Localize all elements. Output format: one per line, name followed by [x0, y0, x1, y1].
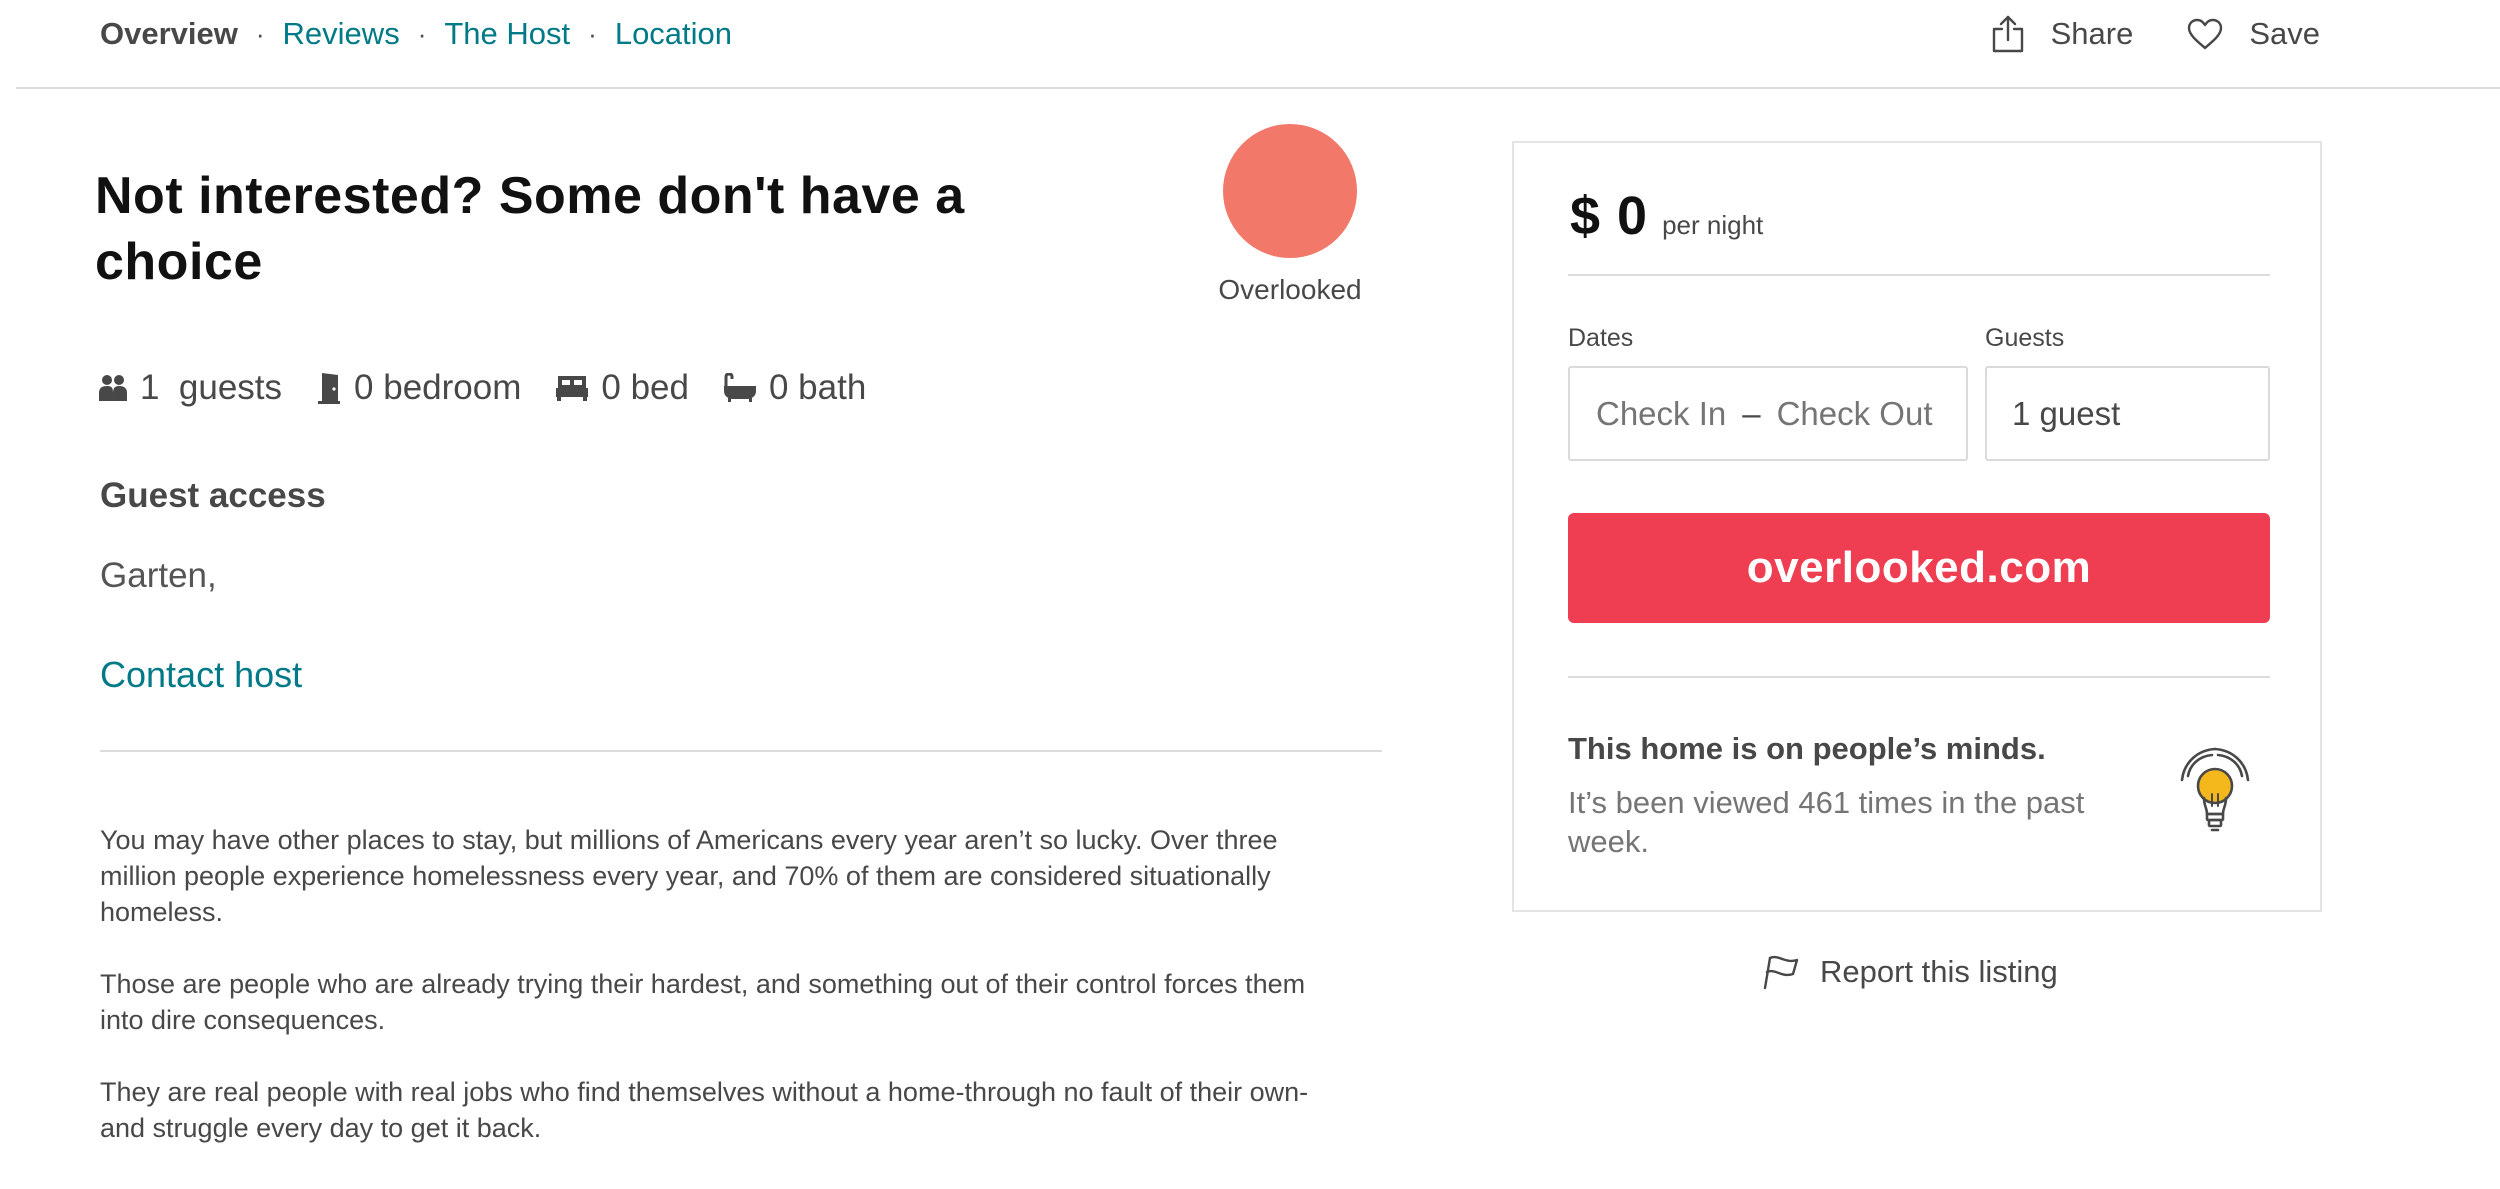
- amenity-guests-text: 1 guests: [140, 368, 283, 407]
- host-avatar[interactable]: [1223, 124, 1357, 258]
- nav-actions: Share Save: [1991, 12, 2320, 56]
- booking-card: $ 0 per night Dates Guests Check In – Ch…: [1512, 141, 2322, 912]
- amenity-guests: 1 guests: [98, 368, 282, 408]
- share-label: Share: [2050, 16, 2134, 51]
- guest-access-value: Garten,: [100, 556, 217, 595]
- description-paragraph: They are real people with real jobs who …: [100, 1077, 1309, 1143]
- listing-description: You may have other places to stay, but m…: [100, 822, 1350, 1182]
- section-divider: [100, 750, 1382, 752]
- nav-overview[interactable]: Overview: [100, 16, 238, 52]
- lightbulb-icon: [2180, 747, 2250, 832]
- report-listing-label: Report this listing: [1820, 954, 2058, 989]
- nav-separator: ·: [588, 18, 597, 49]
- popularity-heading: This home is on people’s minds.: [1568, 731, 2046, 766]
- dates-picker[interactable]: Check In – Check Out: [1568, 366, 1968, 461]
- section-nav: Overview · Reviews · The Host · Location: [100, 12, 732, 56]
- dates-label: Dates: [1568, 324, 1634, 352]
- description-paragraph: Those are people who are already trying …: [100, 969, 1306, 1035]
- flag-icon: [1763, 955, 1799, 990]
- guests-icon: [99, 375, 127, 401]
- host-name[interactable]: Overlooked: [1170, 274, 1410, 306]
- save-button[interactable]: Save: [2187, 16, 2320, 52]
- amenity-bed: 0 bed: [555, 368, 689, 408]
- card-divider: [1568, 676, 2270, 678]
- guests-select[interactable]: 1 guest: [1985, 366, 2270, 461]
- save-label: Save: [2249, 16, 2320, 51]
- listing-subnav: Overview · Reviews · The Host · Location…: [0, 0, 2500, 90]
- description-paragraph: You may have other places to stay, but m…: [100, 825, 1278, 927]
- bed-icon: [556, 376, 589, 401]
- nav-reviews[interactable]: Reviews: [283, 16, 400, 52]
- door-icon: [318, 373, 341, 404]
- report-listing-link[interactable]: Report this listing: [1762, 954, 2058, 990]
- card-divider: [1568, 274, 2270, 276]
- guest-access-heading: Guest access: [100, 476, 326, 515]
- book-button[interactable]: overlooked.com: [1568, 513, 2270, 623]
- share-icon: [1992, 15, 2023, 53]
- nav-location[interactable]: Location: [615, 16, 732, 52]
- bathtub-icon: [723, 373, 756, 402]
- listing-title: Not interested? Some don't have a choice: [95, 167, 965, 291]
- amenity-bath: 0 bath: [723, 368, 866, 408]
- amenity-bedroom-text: 0 bedroom: [354, 368, 522, 407]
- check-out-field[interactable]: Check Out: [1777, 395, 1933, 433]
- nav-separator: ·: [417, 18, 427, 49]
- nightly-price: $ 0: [1570, 186, 1649, 246]
- date-range-dash: –: [1742, 394, 1761, 432]
- guests-value: 1 guest: [2012, 394, 2121, 432]
- amenity-summary: 1 guests 0 bedroom 0 bed 0 bath: [98, 366, 900, 410]
- amenity-bed-text: 0 bed: [601, 368, 689, 407]
- subnav-divider: [16, 87, 2500, 89]
- popularity-text: It’s been viewed 461 times in the past w…: [1568, 785, 2085, 859]
- share-button[interactable]: Share: [1991, 15, 2134, 53]
- amenity-bath-text: 0 bath: [768, 368, 867, 407]
- price-row: $ 0 per night: [1570, 185, 1763, 247]
- nav-the-host[interactable]: The Host: [444, 16, 570, 52]
- nav-separator: ·: [255, 18, 265, 49]
- check-in-field[interactable]: Check In: [1596, 395, 1726, 433]
- heart-icon: [2188, 18, 2223, 50]
- guests-label: Guests: [1985, 324, 2065, 352]
- per-night-label: per night: [1662, 210, 1764, 240]
- contact-host-link[interactable]: Contact host: [100, 654, 302, 696]
- amenity-bedroom: 0 bedroom: [316, 368, 521, 408]
